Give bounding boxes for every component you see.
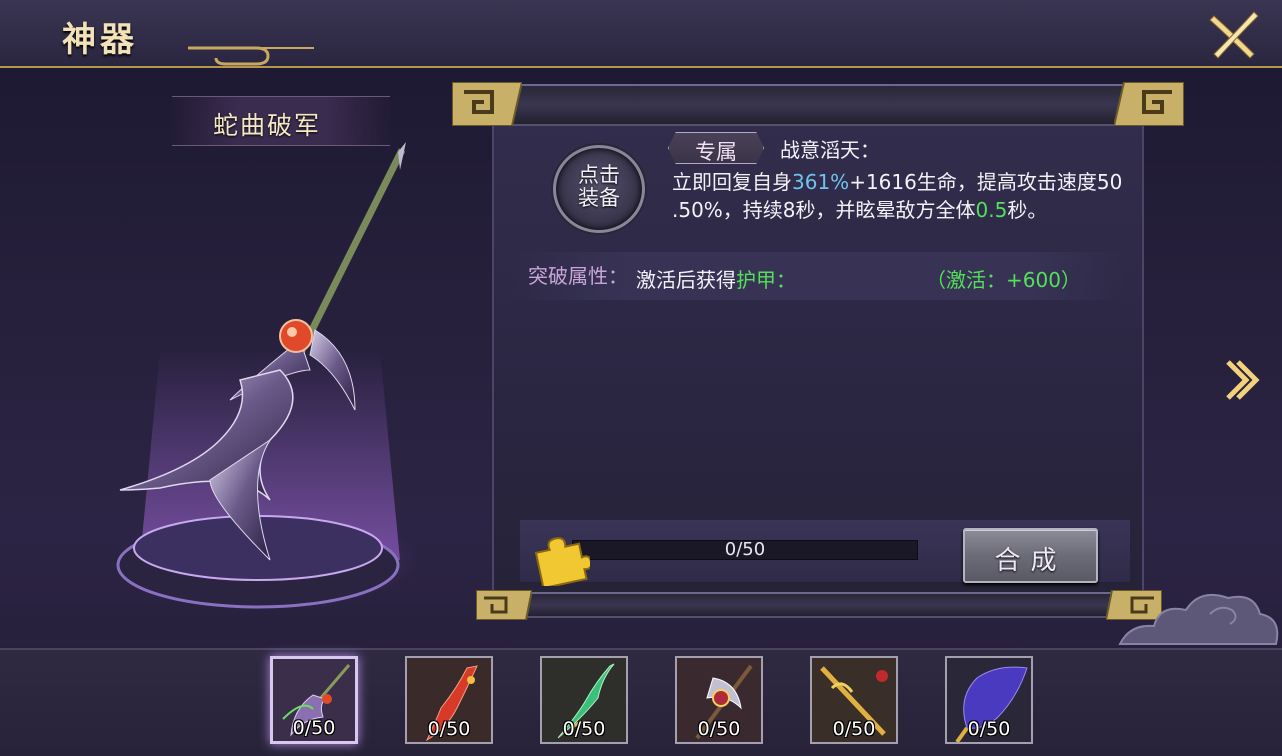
artifact-slot-4[interactable]: 0/50 [675,656,763,744]
stun-duration-value: 0.5 [975,198,1008,222]
panel-top-bar [460,84,1176,126]
equip-button[interactable]: 点击 装备 [553,145,645,233]
artifact-slot-2[interactable]: 0/50 [405,656,493,744]
compose-button[interactable]: 合成 [963,528,1098,583]
close-icon[interactable] [1206,6,1262,62]
breakthrough-text: 激活后获得护甲： [636,268,796,292]
title-bar: 神器 [0,0,1282,68]
slot-fragment-count: 0/50 [967,718,1011,740]
corner-ornament-icon [452,82,522,126]
slot-fragment-count: 0/50 [292,717,336,739]
skill-description: 立即回复自身361%+1616生命，提高攻击速度50.50%，持续8秒，并眩晕敌… [672,170,1123,222]
slot-fragment-count: 0/50 [562,718,606,740]
weapon-name-plate: 蛇曲破军 [172,96,390,146]
weapon-display-image [116,142,420,610]
slot-fragment-count: 0/50 [427,718,471,740]
heal-percent-value: 361% [792,170,850,194]
breakthrough-value: （激活：+600） [926,268,1081,292]
compose-button-label: 合成 [994,546,1067,576]
artifact-slot-5[interactable]: 0/50 [810,656,898,744]
slot-fragment-count: 0/50 [832,718,876,740]
next-artifact-arrow-icon[interactable] [1222,356,1262,404]
equip-button-label: 点击 装备 [578,163,620,210]
artifact-slot-3[interactable]: 0/50 [540,656,628,744]
weapon-name: 蛇曲破军 [212,111,321,140]
skill-name: 战意滔天： [780,138,880,162]
cloud-ornament-icon [1118,594,1279,645]
slot-fragment-count: 0/50 [697,718,741,740]
corner-ornament-icon [1114,82,1184,126]
fragment-progress-text: 0/50 [724,539,766,560]
artifact-slot-6[interactable]: 0/50 [945,656,1033,744]
exclusive-tag-label: 专属 [695,140,737,164]
panel-bottom-bar [478,592,1158,618]
corner-ornament-icon [476,590,532,620]
swirl-ornament-icon [188,46,314,66]
artifact-slot-1[interactable]: 0/50 [270,656,358,744]
exclusive-tag: 专属 [668,132,764,164]
breakthrough-label: 突破属性： [528,264,628,288]
breakthrough-attribute: 护甲： [736,268,796,292]
page-title: 神器 [62,20,138,60]
artifact-slot-bar [0,648,1282,756]
puzzle-piece-icon [534,537,590,586]
